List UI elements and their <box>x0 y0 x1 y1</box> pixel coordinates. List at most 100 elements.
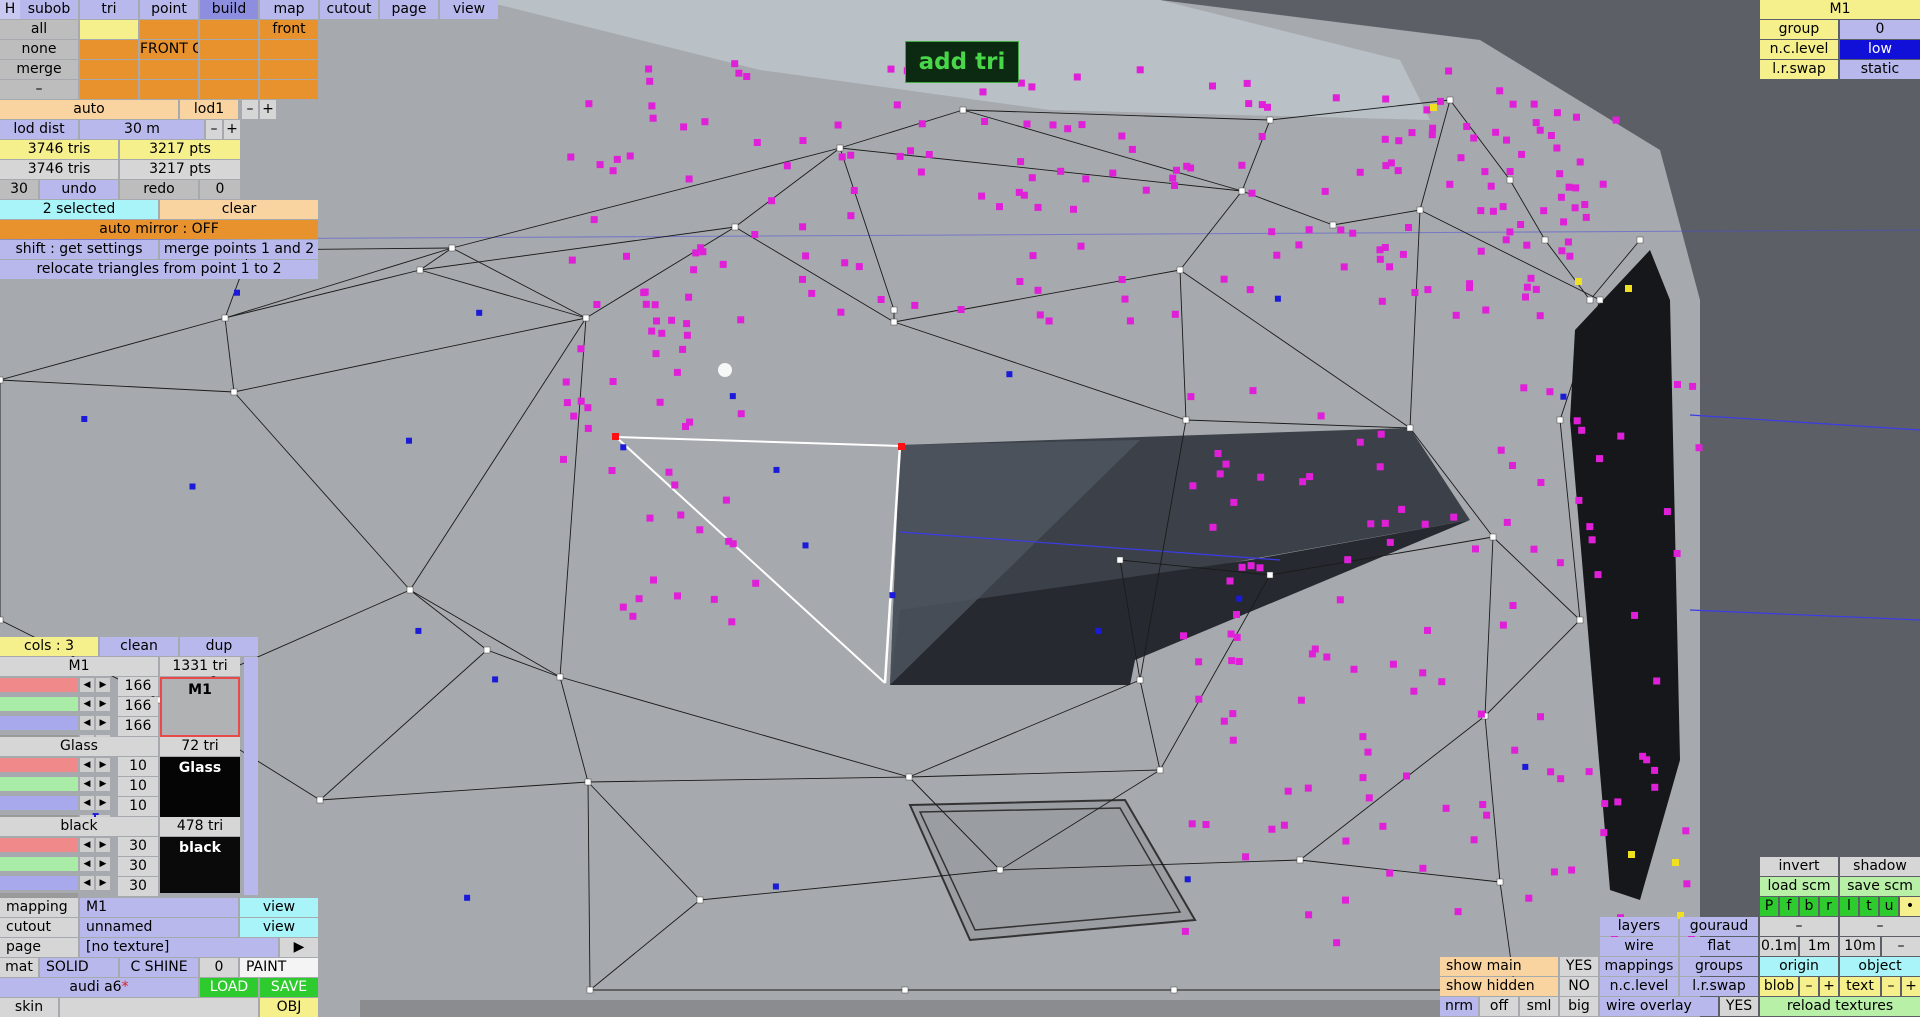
material-name[interactable]: black <box>0 817 158 836</box>
right-arrow-icon[interactable]: ▶ <box>96 796 110 810</box>
view-f-button[interactable]: f <box>1780 897 1798 916</box>
lrswap-value[interactable]: static <box>1840 60 1920 79</box>
green-channel-slider[interactable] <box>0 857 78 871</box>
sel-grid-cell[interactable] <box>140 20 198 39</box>
skin-field[interactable] <box>60 998 258 1017</box>
left-arrow-icon[interactable]: ◀ <box>80 838 94 852</box>
lod1-button[interactable]: lod1 <box>180 100 238 119</box>
material-preview[interactable]: Glass <box>160 757 240 817</box>
show-hidden-value[interactable]: NO <box>1560 977 1598 996</box>
invert-button[interactable]: invert <box>1760 857 1838 876</box>
lod-dist-value[interactable]: 30 m <box>80 120 204 139</box>
save-scm-button[interactable]: save scm <box>1840 877 1920 896</box>
left-arrow-icon[interactable]: ◀ <box>80 716 94 730</box>
tab-build[interactable]: build <box>200 0 258 19</box>
origin-button[interactable]: origin <box>1760 957 1838 976</box>
paint-button[interactable]: PAINT <box>240 958 318 977</box>
mapping-view-button[interactable]: view <box>240 898 318 917</box>
tab-subob[interactable]: subob <box>20 0 78 19</box>
tab-cutout[interactable]: cutout <box>320 0 378 19</box>
materials-scrollbar[interactable] <box>244 657 258 895</box>
sel-grid-cell[interactable] <box>140 60 198 79</box>
red-channel-slider[interactable] <box>0 838 78 852</box>
sel-grid-cell[interactable] <box>200 20 258 39</box>
left-arrow-icon[interactable]: ◀ <box>80 777 94 791</box>
layers-button[interactable]: layers <box>1600 917 1678 936</box>
filename-field[interactable]: audi a6* <box>0 978 198 997</box>
cutout-value[interactable]: unnamed <box>80 918 238 937</box>
text-minus-button[interactable]: – <box>1882 977 1900 996</box>
big-button[interactable]: big <box>1560 997 1598 1016</box>
sel-minus-button[interactable]: – <box>0 80 78 99</box>
blue-channel-slider[interactable] <box>0 876 78 890</box>
group-value[interactable]: 0 <box>1840 20 1920 39</box>
view-r-button[interactable]: r <box>1820 897 1838 916</box>
object-button[interactable]: object <box>1840 957 1920 976</box>
show-main-button[interactable]: show main <box>1440 957 1558 976</box>
nrm-button[interactable]: nrm <box>1440 997 1478 1016</box>
right-arrow-icon[interactable]: ▶ <box>96 838 110 852</box>
obj-button[interactable]: OBJ <box>260 998 318 1017</box>
tab-tri[interactable]: tri <box>80 0 138 19</box>
sel-grid-cell[interactable] <box>140 80 198 99</box>
sel-merge-button[interactable]: merge <box>0 60 78 79</box>
view-b-button[interactable]: b <box>1800 897 1818 916</box>
left-arrow-icon[interactable]: ◀ <box>80 876 94 890</box>
save-button[interactable]: SAVE <box>260 978 318 997</box>
lod-plus-button[interactable]: + <box>260 100 276 119</box>
view-dot-button[interactable]: • <box>1900 897 1920 916</box>
blue-channel-slider[interactable] <box>0 796 78 810</box>
load-button[interactable]: LOAD <box>200 978 258 997</box>
grid-minus-button[interactable]: – <box>1882 937 1920 956</box>
3d-viewport[interactable] <box>0 0 1920 1017</box>
clean-button[interactable]: clean <box>100 637 178 656</box>
green-channel-slider[interactable] <box>0 777 78 791</box>
tab-page[interactable]: page <box>380 0 438 19</box>
page-value[interactable]: [no texture] <box>80 938 278 957</box>
wire-overlay-button[interactable]: wire overlay <box>1600 997 1718 1016</box>
right-arrow-icon[interactable]: ▶ <box>96 678 110 692</box>
blob-button[interactable]: blob <box>1760 977 1798 996</box>
right-arrow-icon[interactable]: ▶ <box>96 758 110 772</box>
right-arrow-icon[interactable]: ▶ <box>96 697 110 711</box>
dash-button[interactable]: – <box>1840 917 1920 936</box>
right-arrow-icon[interactable]: ▶ <box>96 876 110 890</box>
selected-point-2[interactable] <box>898 443 905 450</box>
sel-grid-cell[interactable] <box>260 40 318 59</box>
left-arrow-icon[interactable]: ◀ <box>80 697 94 711</box>
sel-grid-cell[interactable] <box>200 60 258 79</box>
dash-button[interactable]: – <box>1760 917 1838 936</box>
sel-grid-cell[interactable] <box>80 40 138 59</box>
clear-button[interactable]: clear <box>160 200 318 219</box>
undo-button[interactable]: undo <box>40 180 118 199</box>
merge-points-button[interactable]: merge points 1 and 2 <box>160 240 318 259</box>
sel-grid-cell[interactable] <box>80 60 138 79</box>
grid-1m-button[interactable]: 1m <box>1800 937 1838 956</box>
view-l-button[interactable]: l <box>1840 897 1858 916</box>
view-p-button[interactable]: P <box>1760 897 1778 916</box>
tab-view[interactable]: view <box>440 0 498 19</box>
tab-map[interactable]: map <box>260 0 318 19</box>
blue-channel-slider[interactable] <box>0 716 78 730</box>
tab-point[interactable]: point <box>140 0 198 19</box>
reload-textures-button[interactable]: reload textures <box>1760 997 1920 1016</box>
blob-minus-button[interactable]: – <box>1800 977 1818 996</box>
red-channel-slider[interactable] <box>0 758 78 772</box>
flat-button[interactable]: flat <box>1680 937 1758 956</box>
groups-button[interactable]: groups <box>1680 957 1758 976</box>
material-preview[interactable]: M1 <box>160 677 240 737</box>
gouraud-button[interactable]: gouraud <box>1680 917 1758 936</box>
h-button[interactable]: H <box>0 0 20 19</box>
sml-button[interactable]: sml <box>1520 997 1558 1016</box>
sel-grid-cell[interactable] <box>80 80 138 99</box>
load-scm-button[interactable]: load scm <box>1760 877 1838 896</box>
left-arrow-icon[interactable]: ◀ <box>80 678 94 692</box>
material-name[interactable]: M1 <box>0 657 158 676</box>
red-channel-slider[interactable] <box>0 678 78 692</box>
c-shine-button[interactable]: C SHINE <box>120 958 198 977</box>
show-main-value[interactable]: YES <box>1560 957 1598 976</box>
lrswap-button[interactable]: l.r.swap <box>1680 977 1758 996</box>
wire-overlay-value[interactable]: YES <box>1720 997 1758 1016</box>
right-arrow-icon[interactable]: ▶ <box>96 716 110 730</box>
sel-grid-cell[interactable] <box>200 40 258 59</box>
